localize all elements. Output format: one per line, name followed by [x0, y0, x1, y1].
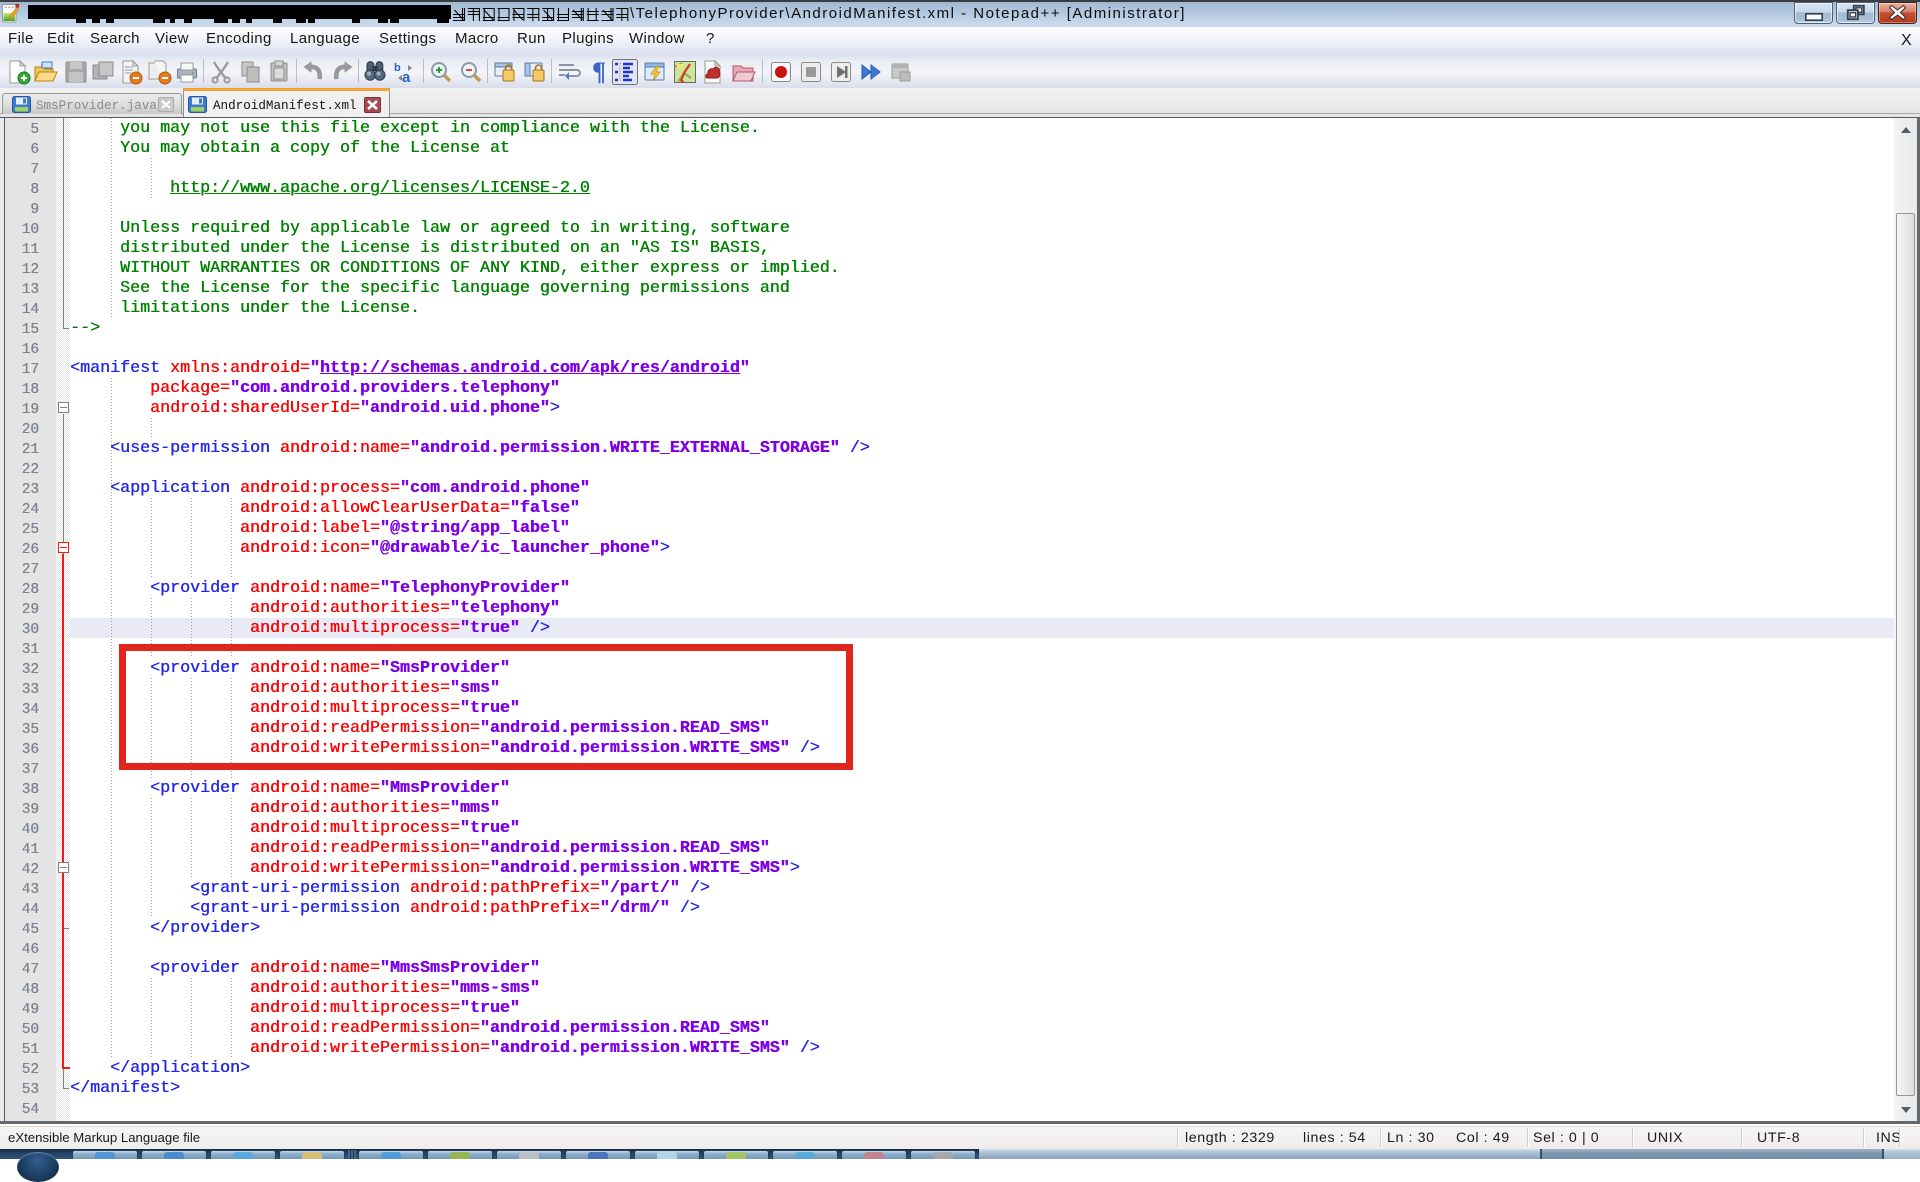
svg-text:a: a	[402, 69, 411, 85]
svg-text:¶: ¶	[592, 59, 606, 85]
svg-text:b: b	[394, 62, 401, 74]
